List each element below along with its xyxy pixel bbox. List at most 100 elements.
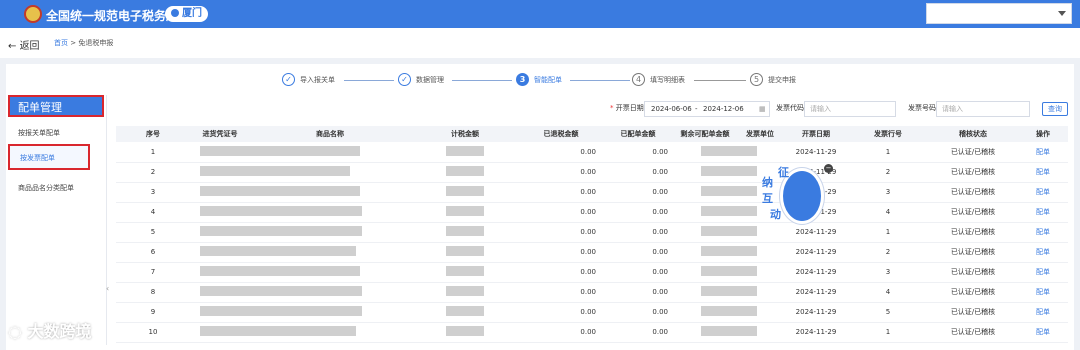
mascot-char: 纳 [762, 176, 773, 189]
user-dropdown[interactable] [926, 3, 1072, 24]
mascot-char: 互 [762, 192, 773, 205]
sidebar-item-by-category[interactable]: 商品品名分类配单 [18, 183, 74, 193]
redacted-cell [190, 162, 410, 183]
cell-index: 10 [116, 322, 190, 343]
match-link[interactable]: 配单 [1018, 182, 1068, 203]
match-link[interactable]: 配单 [1018, 302, 1068, 323]
col-header: 计税金额 [410, 126, 520, 142]
cell-invoice-date: 2024-11-29 [784, 242, 848, 263]
redacted-cell [190, 222, 410, 243]
cell-index: 4 [116, 202, 190, 223]
back-label: 返回 [19, 41, 40, 52]
cell-status: 已认证/已稽核 [928, 142, 1018, 163]
breadcrumb-bar: ← 返回 首页 > 免退税申报 [0, 28, 1080, 58]
app-title: 全国统一规范电子税务局 [46, 9, 179, 23]
redacted-cell [410, 242, 520, 263]
breadcrumb-separator: > [70, 39, 77, 47]
cell-index: 2 [116, 162, 190, 183]
sidebar-item-by-invoice[interactable]: 按发票配单 [8, 144, 90, 170]
step-connector [344, 80, 394, 81]
sidebar-item-by-customs[interactable]: 按报关单配单 [18, 128, 60, 138]
cell-refunded: 0.00 [520, 182, 602, 203]
close-icon[interactable]: − [824, 164, 833, 173]
col-header: 已退税金额 [520, 126, 602, 142]
sidebar-divider [106, 95, 107, 345]
cell-refunded: 0.00 [520, 302, 602, 323]
col-header: 稽核状态 [928, 126, 1018, 142]
step-connector [694, 80, 746, 81]
match-link[interactable]: 配单 [1018, 222, 1068, 243]
redacted-cell [190, 322, 410, 343]
cell-line-no: 1 [848, 222, 928, 243]
check-icon: ✓ [398, 73, 411, 86]
step-number: 5 [750, 73, 763, 86]
date-label: 开票日期 [615, 104, 644, 112]
date-filter-label: * 开票日期 [610, 104, 644, 112]
cell-line-no: 4 [848, 202, 928, 223]
watermark-text: 大数跨境 [27, 322, 92, 341]
match-link[interactable]: 配单 [1018, 262, 1068, 283]
date-end[interactable]: 2024-12-06 [703, 102, 744, 116]
cell-refunded: 0.00 [520, 142, 602, 163]
col-header: 发票行号 [848, 126, 928, 142]
redacted-cell [674, 282, 784, 303]
query-button[interactable]: 查询 [1042, 102, 1068, 116]
redacted-cell [410, 142, 520, 163]
redacted-cell [190, 282, 410, 303]
match-link[interactable]: 配单 [1018, 242, 1068, 263]
match-link[interactable]: 配单 [1018, 282, 1068, 303]
table-row: 7 0.00 0.00 2024-11-29 3 已认证/已稽核 配单 [116, 262, 1068, 283]
breadcrumb-current: 免退税申报 [78, 39, 114, 47]
cell-matched: 0.00 [602, 322, 674, 343]
date-start[interactable]: 2024-06-06 [651, 102, 692, 116]
cell-line-no: 3 [848, 182, 928, 203]
col-header: 已配单金额 [602, 126, 674, 142]
breadcrumb-home[interactable]: 首页 [54, 39, 68, 47]
table-row: 1 0.00 0.00 2024-11-29 1 已认证/已稽核 配单 [116, 142, 1068, 163]
table-header: 序号 进货凭证号 商品名称 计税金额 已退税金额 已配单金额 剩余可配单金额 发… [116, 126, 1068, 142]
collapse-sidebar-icon[interactable]: ‹ [106, 284, 109, 293]
cell-refunded: 0.00 [520, 162, 602, 183]
cell-invoice-date: 2024-11-29 [784, 322, 848, 343]
breadcrumb: 首页 > 免退税申报 [54, 38, 113, 48]
match-link[interactable]: 配单 [1018, 322, 1068, 343]
cell-line-no: 3 [848, 262, 928, 283]
tax-assistant-widget[interactable]: 征 纳 互 动 − [758, 164, 833, 224]
col-header: 操作 [1018, 126, 1068, 142]
invoice-number-label: 发票号码 [908, 104, 936, 112]
cell-refunded: 0.00 [520, 202, 602, 223]
table-row: 40.000.002024-11-294已认证/已稽核配单 [116, 202, 1068, 223]
cell-index: 6 [116, 242, 190, 263]
cell-invoice-date: 2024-11-29 [784, 302, 848, 323]
cell-index: 9 [116, 302, 190, 323]
cell-status: 已认证/已稽核 [928, 262, 1018, 283]
invoice-number-input[interactable]: 请输入 [936, 101, 1030, 117]
col-header: 序号 [116, 126, 190, 142]
table-row: 10 0.00 0.00 2024-11-29 1 已认证/已稽核 配单 [116, 322, 1068, 343]
date-range-picker[interactable]: 2024-06-06 - 2024-12-06 ▦ [644, 101, 770, 117]
redacted-cell [410, 222, 520, 243]
cell-index: 3 [116, 182, 190, 203]
invoice-code-label: 发票代码 [776, 104, 804, 112]
match-link[interactable]: 配单 [1018, 142, 1068, 163]
back-button[interactable]: ← 返回 [8, 37, 40, 52]
redacted-cell [410, 302, 520, 323]
match-link[interactable]: 配单 [1018, 202, 1068, 223]
mascot-char: 动 [770, 208, 781, 221]
cell-matched: 0.00 [602, 242, 674, 263]
sidebar-item-label: 按发票配单 [20, 154, 55, 162]
city-switch-button[interactable]: 厦门 [165, 6, 208, 22]
sidebar-title: 配单管理 [8, 95, 104, 117]
watermark: ◌ 大数跨境 [8, 318, 92, 342]
table-row: 8 0.00 0.00 2024-11-29 4 已认证/已稽核 配单 [116, 282, 1068, 303]
step-label: 提交申报 [768, 76, 796, 84]
watermark-logo-icon: ◌ [8, 322, 28, 341]
top-header: 全国统一规范电子税务局 厦门 [0, 0, 1080, 28]
redacted-cell [190, 242, 410, 263]
cell-line-no: 5 [848, 302, 928, 323]
redacted-cell [674, 302, 784, 323]
redacted-cell [410, 182, 520, 203]
match-link[interactable]: 配单 [1018, 162, 1068, 183]
invoice-code-input[interactable]: 请输入 [804, 101, 896, 117]
cell-matched: 0.00 [602, 282, 674, 303]
